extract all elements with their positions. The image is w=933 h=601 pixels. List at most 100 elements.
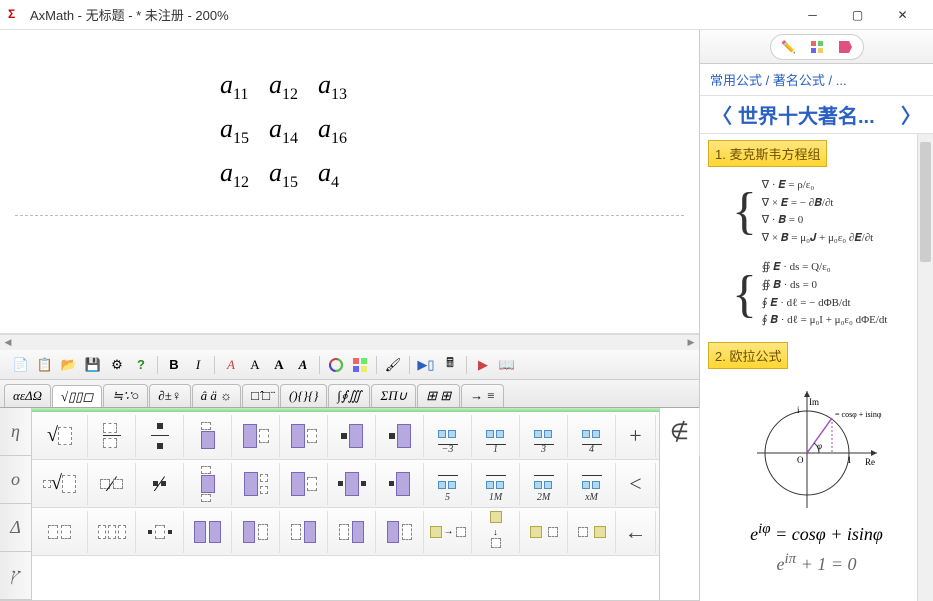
maxwell-integral-equations[interactable]: { ∯ 𝑬 · ds = Q/ε₀ ∯ 𝑩 · ds = 0 ∮ 𝑬 · dℓ … — [732, 259, 925, 329]
template-side1[interactable] — [232, 415, 280, 457]
italic-button[interactable]: I — [187, 354, 209, 376]
template-boxrow[interactable] — [32, 511, 88, 553]
op-larr[interactable]: ← — [616, 511, 656, 553]
font-style-2[interactable]: A — [244, 354, 266, 376]
template-p5[interactable]: 5 — [424, 463, 472, 505]
font-style-3[interactable]: A — [268, 354, 290, 376]
template-side4[interactable] — [376, 415, 424, 457]
calc-button[interactable]: 🖩 — [439, 354, 461, 376]
template-grid1[interactable] — [232, 463, 280, 505]
tab-greek[interactable]: αεΔΩ — [4, 384, 51, 407]
template-grid2[interactable] — [280, 463, 328, 505]
template-boxrow2[interactable] — [88, 511, 136, 553]
template-1m[interactable]: 1M — [472, 463, 520, 505]
color-wheel-button[interactable] — [325, 354, 347, 376]
breadcrumb-link-2[interactable]: 著名公式 — [773, 73, 825, 88]
template-stack2[interactable] — [184, 463, 232, 505]
template-dotbox1[interactable] — [328, 463, 376, 505]
new-button[interactable]: 📄 — [10, 354, 32, 376]
template-vpair2[interactable] — [232, 511, 280, 553]
template-xm[interactable]: xM — [568, 463, 616, 505]
template-vpair5[interactable] — [376, 511, 424, 553]
template-2m[interactable]: 2M — [520, 463, 568, 505]
tag-icon[interactable] — [835, 37, 855, 57]
prev-button[interactable]: 〈 — [706, 100, 738, 129]
svg-text:O: O — [797, 455, 804, 465]
op-lt[interactable]: < — [616, 463, 656, 505]
save-button[interactable]: 💾 — [82, 354, 104, 376]
maximize-button[interactable]: ▢ — [835, 1, 880, 29]
svg-text:Re: Re — [865, 457, 875, 467]
side-tab-3[interactable]: Δ — [0, 504, 31, 552]
tab-integrals[interactable]: ∫∮∭ — [328, 384, 370, 407]
grid-icon[interactable] — [807, 37, 827, 57]
op-plus[interactable]: + — [616, 415, 656, 457]
template-p4[interactable]: 4 — [568, 415, 616, 457]
template-vpair1[interactable] — [184, 511, 232, 553]
template-stack1[interactable] — [184, 415, 232, 457]
open-button[interactable]: 📂 — [58, 354, 80, 376]
tab-hats[interactable]: □̂ □̈ — [242, 384, 279, 407]
tab-relations[interactable]: ≒∵○ — [103, 384, 148, 407]
side-tab-1[interactable]: η — [0, 408, 31, 456]
formula-list[interactable]: 1. 麦克斯韦方程组 { ∇ · 𝑬 = ρ/ε₀ ∇ × 𝑬 = − ∂𝑩/∂… — [700, 134, 933, 601]
template-nthroot[interactable]: √ — [32, 463, 88, 505]
tab-matrix[interactable]: ⊞ ⊞ — [417, 384, 460, 407]
side-tab-4[interactable]: ץ — [0, 552, 31, 600]
template-side2[interactable] — [280, 415, 328, 457]
horizontal-scrollbar[interactable]: ◀▶ — [0, 334, 699, 350]
font-style-4[interactable]: A — [292, 354, 314, 376]
maxwell-equations[interactable]: { ∇ · 𝑬 = ρ/ε₀ ∇ × 𝑬 = − ∂𝑩/∂t ∇ · 𝑩 = 0… — [732, 177, 925, 247]
svg-text:i: i — [797, 405, 800, 415]
template-fraction[interactable] — [88, 415, 136, 457]
template-dotfrac[interactable]: ⁄ — [136, 463, 184, 505]
template-boxdot[interactable] — [136, 511, 184, 553]
equation-editor[interactable]: a11 a12 a13 a15 a14 a16 a12 a15 a4 — [0, 30, 699, 334]
bold-button[interactable]: B — [163, 354, 185, 376]
template-p1[interactable]: 1 — [472, 415, 520, 457]
template-vpair3[interactable] — [280, 511, 328, 553]
template-dotbox2[interactable] — [376, 463, 424, 505]
template-neg3[interactable]: −3 — [424, 415, 472, 457]
svg-text:1: 1 — [847, 455, 852, 465]
run-button[interactable]: ▶▯ — [415, 354, 437, 376]
minimize-button[interactable]: ─ — [790, 1, 835, 29]
template-vpair4[interactable] — [328, 511, 376, 553]
play-button[interactable]: ▶ — [472, 354, 494, 376]
euler-formula-2[interactable]: eiπ + 1 = 0 — [708, 551, 925, 575]
tab-templates[interactable]: √▯▯◻ — [52, 385, 102, 408]
side-tab-2[interactable]: ο — [0, 456, 31, 504]
tab-accents[interactable]: â ä ☼ — [192, 384, 241, 407]
color-grid-button[interactable] — [349, 354, 371, 376]
book-button[interactable]: 📖 — [496, 354, 518, 376]
breadcrumb-link-1[interactable]: 常用公式 — [710, 73, 762, 88]
eraser-icon[interactable]: ✏️ — [779, 37, 799, 57]
svg-text:φ: φ — [817, 441, 822, 451]
euler-formula-1[interactable]: eiφ = cosφ + isinφ — [708, 521, 925, 545]
next-button[interactable]: 〉 — [895, 100, 927, 129]
font-style-1[interactable]: A — [220, 354, 242, 376]
template-yellow2[interactable]: ↓ — [472, 511, 520, 553]
template-yellow4[interactable] — [568, 511, 616, 553]
settings-button[interactable]: ⚙ — [106, 354, 128, 376]
op-notin[interactable]: ∉ — [660, 408, 700, 456]
brush-button[interactable]: 🖌 — [382, 354, 404, 376]
tab-arrows[interactable]: → ≡ — [461, 384, 504, 407]
tab-operators[interactable]: ∂±♀ — [149, 384, 190, 407]
template-sqrt[interactable]: √ — [32, 415, 88, 457]
euler-circle-diagram[interactable]: Im Re O 1 i = cosφ + isinφ φ — [747, 383, 887, 513]
tab-bigops[interactable]: ΣΠ∪ — [371, 384, 416, 407]
formula-heading-1: 1. 麦克斯韦方程组 — [708, 140, 827, 167]
template-yellow1[interactable]: → — [424, 511, 472, 553]
template-side3[interactable] — [328, 415, 376, 457]
template-divide[interactable] — [136, 415, 184, 457]
template-p3[interactable]: 3 — [520, 415, 568, 457]
close-button[interactable]: ✕ — [880, 1, 925, 29]
tab-brackets[interactable]: (){}{} — [280, 384, 327, 407]
template-yellow3[interactable] — [520, 511, 568, 553]
copy-button[interactable]: 📋 — [34, 354, 56, 376]
template-slashfrac[interactable]: ⁄ — [88, 463, 136, 505]
help-button[interactable]: ? — [130, 354, 152, 376]
vertical-scrollbar[interactable] — [917, 134, 933, 601]
side-category-tabs: η ο Δ ץ — [0, 408, 32, 600]
